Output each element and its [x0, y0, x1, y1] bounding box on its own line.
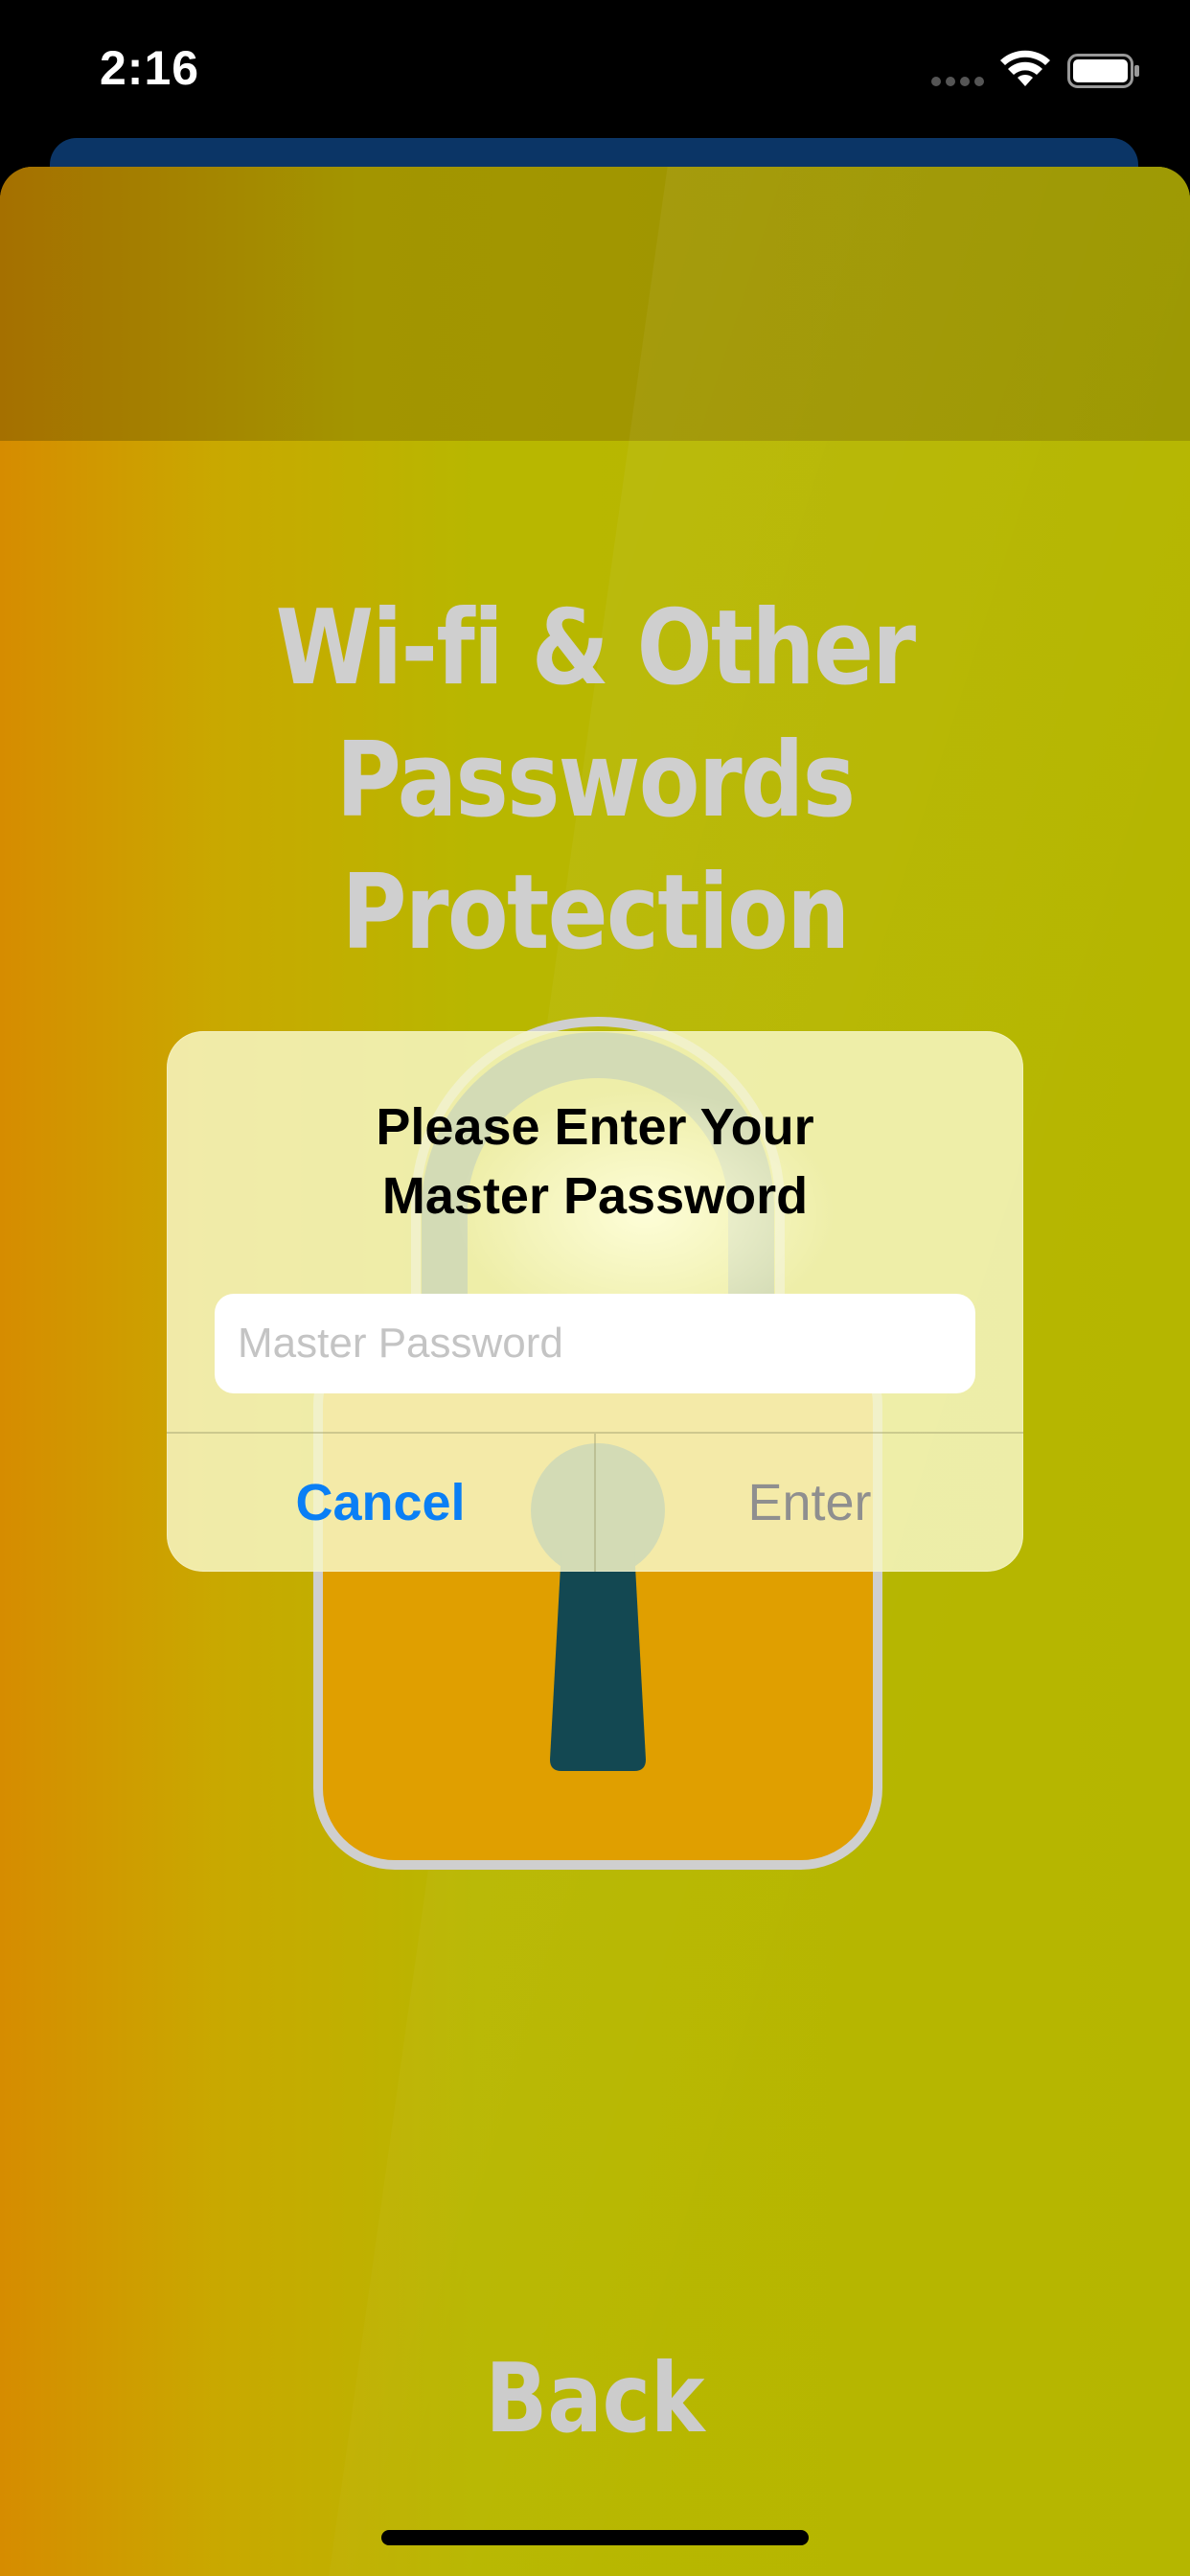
app-screen: 2:16 Wi-fi & Other Passwords Protection [0, 0, 1190, 2576]
home-indicator[interactable] [381, 2530, 809, 2545]
status-time: 2:16 [100, 41, 200, 95]
enter-button[interactable]: Enter [596, 1434, 1023, 1572]
alert-title-line1: Please Enter Your [376, 1098, 814, 1156]
battery-icon [1067, 54, 1139, 88]
signal-icon [931, 77, 985, 86]
master-password-input[interactable] [215, 1294, 975, 1393]
page-title-line2: Passwords Protection [335, 721, 856, 973]
page-title: Wi-fi & Other Passwords Protection [83, 583, 1107, 979]
master-password-alert: Please Enter Your Master Password Cancel… [167, 1031, 1023, 1572]
back-button[interactable]: Back [89, 2342, 1101, 2454]
page-title-line1: Wi-fi & Other [275, 588, 916, 708]
alert-title-line2: Master Password [381, 1167, 809, 1225]
wifi-icon [1000, 50, 1050, 86]
cancel-button[interactable]: Cancel [167, 1434, 594, 1572]
status-bar: 2:16 [0, 0, 1190, 144]
alert-title: Please Enter Your Master Password [167, 1092, 1023, 1230]
